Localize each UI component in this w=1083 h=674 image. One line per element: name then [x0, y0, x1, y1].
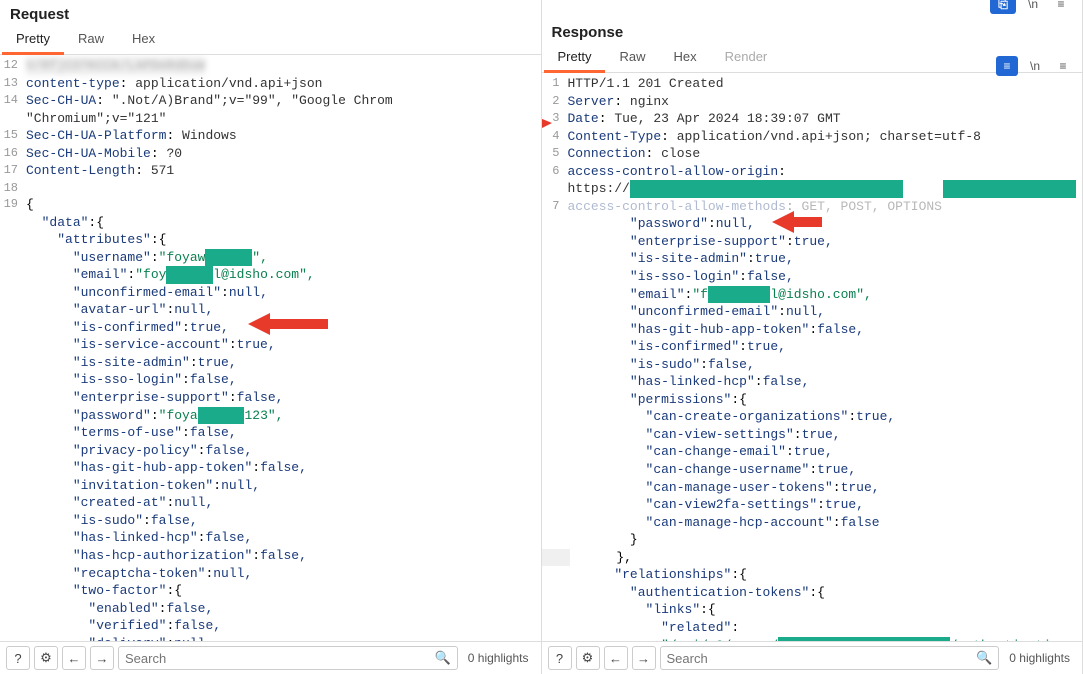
tab-render-resp[interactable]: Render	[711, 43, 782, 72]
tab-pretty[interactable]: Pretty	[2, 25, 64, 55]
highlights-count: 0 highlights	[462, 651, 535, 665]
toolbar-json-icon[interactable]: ⎘	[990, 0, 1016, 14]
tab-hex-resp[interactable]: Hex	[659, 43, 710, 72]
response-footer: ? ⚙ ← → 🔍 0 highlights	[542, 641, 1083, 674]
search-input[interactable]	[125, 651, 435, 666]
help-icon-resp[interactable]: ?	[548, 646, 572, 670]
response-title: Response	[542, 18, 1083, 43]
gear-icon[interactable]: ⚙	[34, 646, 58, 670]
request-content[interactable]: 12V/RfjCO?KCCK/LAPDeRdDuW13content-type:…	[0, 55, 541, 641]
search-icon: 🔍	[435, 650, 451, 666]
toolbar-newline-icon[interactable]: \n	[1022, 0, 1044, 14]
response-panel: ⎘ \n ≡ Response Pretty Raw Hex Render ≡ …	[542, 0, 1083, 674]
response-search[interactable]: 🔍	[660, 646, 1000, 670]
forward-icon-resp[interactable]: →	[632, 646, 656, 670]
request-search[interactable]: 🔍	[118, 646, 458, 670]
help-icon[interactable]: ?	[6, 646, 30, 670]
request-panel: Request Pretty Raw Hex 12V/RfjCO?KCCK/LA…	[0, 0, 542, 674]
response-content[interactable]: 1HTTP/1.1 201 Created2Server: nginx3Date…	[542, 73, 1083, 641]
request-title: Request	[0, 0, 541, 25]
response-top-toolbar: ⎘ \n ≡	[990, 0, 1072, 14]
highlights-count-resp: 0 highlights	[1003, 651, 1076, 665]
toolbar-menu-icon[interactable]: ≡	[1050, 0, 1072, 14]
request-footer: ? ⚙ ← → 🔍 0 highlights	[0, 641, 541, 674]
back-icon[interactable]: ←	[62, 646, 86, 670]
tab-pretty-resp[interactable]: Pretty	[544, 43, 606, 73]
search-input-resp[interactable]	[667, 651, 977, 666]
gear-icon-resp[interactable]: ⚙	[576, 646, 600, 670]
forward-icon[interactable]: →	[90, 646, 114, 670]
request-tabs: Pretty Raw Hex	[0, 25, 541, 55]
tab-hex[interactable]: Hex	[118, 25, 169, 54]
tab-raw-resp[interactable]: Raw	[605, 43, 659, 72]
tab-raw[interactable]: Raw	[64, 25, 118, 54]
search-icon-resp: 🔍	[976, 650, 992, 666]
back-icon-resp[interactable]: ←	[604, 646, 628, 670]
